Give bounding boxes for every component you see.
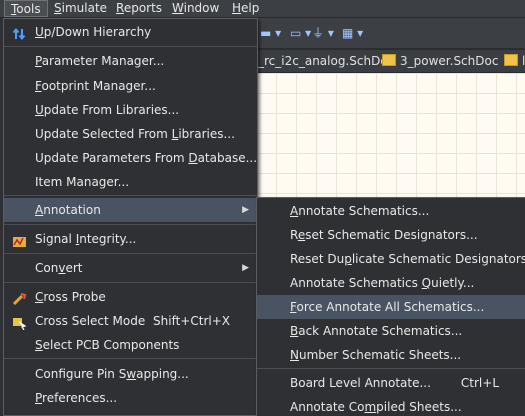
menu-separator: [257, 368, 525, 369]
menu-label: indow: [183, 1, 220, 15]
shortcut-label: Ctrl+L: [460, 376, 499, 390]
tools-item-annotation[interactable]: Annotation ▶: [4, 198, 257, 222]
tab-partial[interactable]: le: [504, 52, 525, 70]
annotation-item-reset-duplicate-schematic-designators[interactable]: Reset Duplicate Schematic Designators...: [257, 247, 525, 271]
menu-item-label: Number Schematic Sheets...: [290, 348, 462, 362]
mnemonic: R: [116, 1, 124, 15]
menu-item-label: Configure Pin Swapping...: [35, 367, 189, 381]
tools-item-update-parameters-from-database[interactable]: Update Parameters From Database...: [4, 146, 257, 170]
menu-item-label: Reset Duplicate Schematic Designators...: [290, 252, 525, 266]
menu-tools[interactable]: Tools: [4, 0, 48, 17]
tools-item-up-down-hierarchy[interactable]: Up/Down Hierarchy: [4, 20, 257, 44]
tools-item-update-selected-from-libraries[interactable]: Update Selected From Libraries...: [4, 122, 257, 146]
tab-power[interactable]: 3_power.SchDoc: [382, 52, 498, 70]
submenu-arrow-icon: ▶: [242, 263, 249, 273]
tab-i2c-analog[interactable]: _rc_i2c_analog.SchDoc: [258, 52, 394, 70]
annotation-item-board-level-annotate[interactable]: Board Level Annotate... Ctrl+L: [257, 371, 525, 395]
signal-integrity-icon: [12, 232, 28, 247]
menu-reports[interactable]: Reports: [110, 0, 168, 17]
tools-item-item-manager[interactable]: Item Manager...: [4, 170, 257, 194]
menu-item-label: Preferences...: [35, 391, 118, 405]
menu-label: ools: [16, 2, 41, 16]
tools-menu: Up/Down Hierarchy Parameter Manager... Foo…: [3, 18, 258, 416]
schematic-doc-icon: [504, 54, 518, 66]
screen: ▬ ▾ ▭ ▾ ⏚ ▾ ▦ ▾ _rc_i2c_analog.SchDoc 3_…: [0, 0, 525, 416]
tools-item-signal-integrity[interactable]: Signal Integrity...: [4, 227, 257, 251]
toolbar: ▬ ▾ ▭ ▾ ⏚ ▾ ▦ ▾: [256, 18, 525, 48]
tab-label: 3_power.SchDoc: [400, 54, 499, 68]
annotation-item-reset-schematic-designators[interactable]: Reset Schematic Designators...: [257, 223, 525, 247]
menu-window[interactable]: Window: [166, 0, 225, 17]
tools-item-cross-probe[interactable]: Cross Probe: [4, 285, 257, 309]
tools-item-select-pcb-components[interactable]: Select PCB Components: [4, 333, 257, 357]
menu-item-label: Parameter Manager...: [35, 54, 165, 68]
menu-separator: [4, 195, 257, 196]
menu-item-label: Annotation: [35, 203, 101, 217]
menu-item-label: Cross Select Mode: [35, 314, 146, 328]
ground-icon[interactable]: ⏚ ▾: [312, 25, 340, 41]
tools-item-configure-pin-swapping[interactable]: Configure Pin Swapping...: [4, 362, 257, 386]
annotation-item-force-annotate-all-schematics[interactable]: Force Annotate All Schematics...: [257, 295, 525, 319]
menu-separator: [4, 358, 257, 359]
tools-item-update-from-libraries[interactable]: Update From Libraries...: [4, 98, 257, 122]
tools-item-parameter-manager[interactable]: Parameter Manager...: [4, 49, 257, 73]
menu-label: eports: [123, 1, 163, 15]
menu-item-label: Update Selected From Libraries...: [35, 127, 235, 141]
tab-label: _rc_i2c_analog.SchDoc: [258, 54, 395, 68]
menu-item-label: Up/Down Hierarchy: [35, 25, 152, 39]
cross-select-icon: [12, 314, 28, 331]
schematic-doc-icon: [382, 54, 396, 66]
tools-item-preferences[interactable]: Preferences...: [4, 386, 257, 410]
menu-separator: [4, 224, 257, 225]
tools-item-cross-select-mode[interactable]: Cross Select Mode Shift+Ctrl+X: [4, 309, 257, 333]
mnemonic: S: [54, 1, 62, 15]
menu-item-label: Footprint Manager...: [35, 79, 156, 93]
menu-item-label: Signal Integrity...: [35, 232, 137, 246]
menu-bar: Tools Simulate Reports Window Help: [0, 0, 525, 18]
menu-item-label: Force Annotate All Schematics...: [290, 300, 485, 314]
tools-item-convert[interactable]: Convert ▶: [4, 256, 257, 280]
mnemonic: H: [232, 1, 242, 15]
up-down-arrows-icon: [12, 25, 28, 41]
grid-icon[interactable]: ▦ ▾: [342, 25, 370, 41]
menu-help[interactable]: Help: [226, 0, 265, 17]
document-tabs: _rc_i2c_analog.SchDoc 3_power.SchDoc le: [256, 50, 525, 73]
tools-item-footprint-manager[interactable]: Footprint Manager...: [4, 74, 257, 98]
menu-item-label: Annotate Schematics Quietly...: [290, 276, 475, 290]
annotation-item-annotate-compiled-sheets[interactable]: Annotate Compiled Sheets...: [257, 395, 525, 416]
menu-item-label: Update From Libraries...: [35, 103, 180, 117]
menu-item-label: Cross Probe: [35, 290, 106, 304]
annotation-item-annotate-schematics-quietly[interactable]: Annotate Schematics Quietly...: [257, 271, 525, 295]
menu-item-label: Annotate Schematics...: [290, 204, 430, 218]
menu-separator: [4, 46, 257, 47]
menu-label: elp: [241, 1, 260, 15]
menu-item-label: Reset Schematic Designators...: [290, 228, 478, 242]
annotation-submenu: Annotate Schematics... Reset Schematic De…: [256, 197, 525, 416]
menu-separator: [4, 253, 257, 254]
annotation-item-back-annotate-schematics[interactable]: Back Annotate Schematics...: [257, 319, 525, 343]
menu-item-label: Convert: [35, 261, 83, 275]
menu-item-label: Item Manager...: [35, 175, 130, 189]
menu-item-label: Board Level Annotate...: [290, 376, 431, 390]
submenu-arrow-icon: ▶: [242, 205, 249, 215]
menu-item-label: Select PCB Components: [35, 338, 180, 352]
annotation-item-annotate-schematics[interactable]: Annotate Schematics...: [257, 199, 525, 223]
menu-separator: [4, 282, 257, 283]
menu-label: imulate: [61, 1, 108, 15]
menu-item-label: Back Annotate Schematics...: [290, 324, 463, 338]
menu-item-label: Update Parameters From Database...: [35, 151, 258, 165]
menu-item-label: Annotate Compiled Sheets...: [290, 400, 462, 414]
toolbar-button-1[interactable]: ▬ ▾: [260, 25, 288, 41]
annotation-item-number-schematic-sheets[interactable]: Number Schematic Sheets...: [257, 343, 525, 367]
mnemonic: W: [172, 1, 184, 15]
menu-simulate[interactable]: Simulate: [48, 0, 113, 17]
cross-probe-icon: [12, 290, 28, 306]
shortcut-label: Shift+Ctrl+X: [153, 314, 230, 328]
